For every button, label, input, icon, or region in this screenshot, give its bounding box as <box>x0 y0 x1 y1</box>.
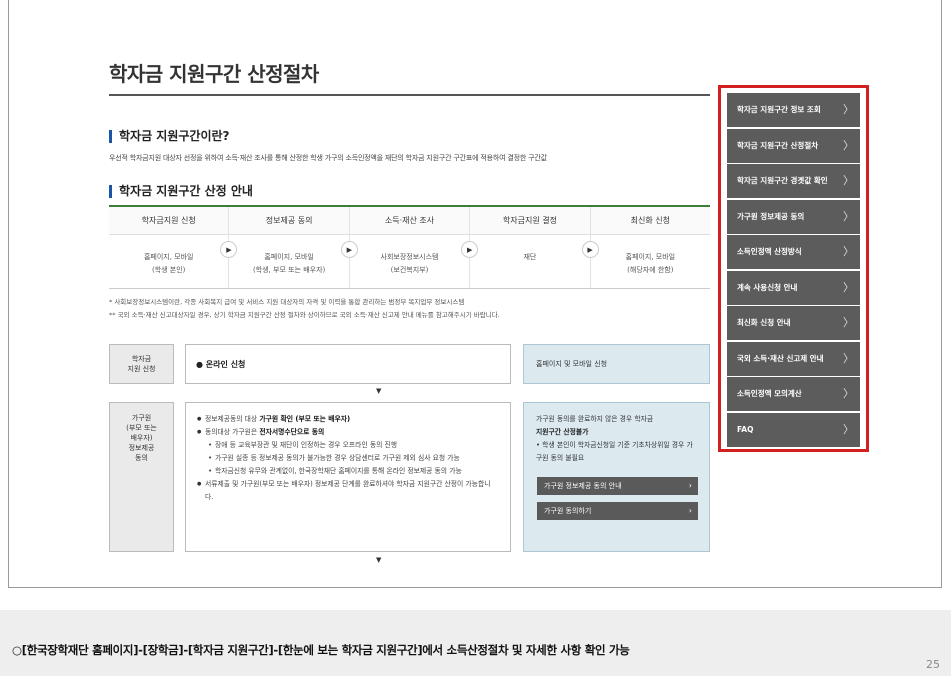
chevron-right-icon: 〉 <box>843 387 854 400</box>
process-steps: 학자금지원 신청 홈페이지, 모바일 (학생 본인) ▶ 정보제공 동의 홈페이… <box>109 205 711 289</box>
section-description: 우선적 학자금지원 대상자 선정을 위하여 소득·재산 조사를 통해 산정한 학… <box>109 154 547 162</box>
chevron-right-icon: 〉 <box>843 351 854 365</box>
play-arrow-icon: ▶ <box>581 241 599 258</box>
step-apply: 학자금지원 신청 홈페이지, 모바일 (학생 본인) ▶ <box>109 207 238 288</box>
detail-item: 서류제출 및 가구원(부모 또는 배우자) 정보제공 단계를 완료하셔야 학자금… <box>197 478 498 504</box>
consent-button[interactable]: 가구원 동의하기 › <box>537 502 698 520</box>
footnote-2: ** 국외 소득·재산 신고대상자일 경우, 상기 학자금 지원구간 산정 절차… <box>109 311 500 319</box>
page-number: 25 <box>926 658 940 671</box>
chevron-right-icon: 〉 <box>843 422 854 436</box>
flow-household-side: 가구원 동의를 완료하지 않은 경우 학자금 지원구간 산정불가 • 학생 본인… <box>523 402 710 552</box>
menu-item-simulation[interactable]: 소득인정액 모의계산 〉 <box>727 377 860 411</box>
menu-item-info-lookup[interactable]: 학자금 지원구간 정보 조회 〉 <box>727 93 860 127</box>
step-survey: 소득·재산 조사 사회보장정보시스템 (보건복지부) ▶ <box>349 207 479 288</box>
step-title: 학자금지원 신청 <box>109 207 229 235</box>
flow-label-household: 가구원 (부모 또는 배우자) 정보제공 동의 <box>109 402 174 552</box>
detail-subitem: 장애 등 교육부장관 및 재단이 인정하는 경우 오프라인 동의 진행 <box>198 439 498 452</box>
detail-item: 동의대상 가구원은 전자서명수단으로 동의 <box>197 426 498 439</box>
down-arrow-icon: ▼ <box>376 556 382 564</box>
side-menu: 학자금 지원구간 정보 조회 〉 학자금 지원구간 산정절차 〉 학자금 지원구간 … <box>718 85 869 452</box>
step-title: 학자금지원 결정 <box>470 207 590 235</box>
menu-item-overseas[interactable]: 국외 소득·재산 신고제 안내 〉 <box>727 341 860 376</box>
side-line: • 학생 본인이 학자금신청일 기준 기초차상위일 경우 가구원 동의 불필요 <box>536 441 693 462</box>
page-title: 학자금 지원구간 산정절차 <box>109 62 319 86</box>
menu-item-household-consent[interactable]: 가구원 정보제공 동의 〉 <box>727 199 860 234</box>
chevron-right-icon: 〉 <box>843 209 854 223</box>
chevron-right-icon: 〉 <box>843 174 854 187</box>
chevron-right-icon: › <box>688 506 692 515</box>
side-line-bold: 지원구간 산정불가 <box>536 428 589 436</box>
step-title: 정보제공 동의 <box>229 207 349 235</box>
menu-item-threshold[interactable]: 학자금 지원구간 경곗값 확인 〉 <box>727 164 860 198</box>
play-arrow-icon: ▶ <box>340 241 358 258</box>
detail-subitem: 가구원 실종 등 정보제공 동의가 불가능한 경우 상담센터로 가구원 제외 심… <box>198 452 498 465</box>
step-body: 홈페이지, 모바일 (학생 본인) <box>143 253 194 274</box>
chevron-right-icon: › <box>688 481 692 490</box>
step-body: 홈페이지, 모바일 (학생, 부모 또는 배우자) <box>252 253 326 274</box>
step-title: 최신화 신청 <box>590 207 711 235</box>
chevron-right-icon: 〉 <box>843 316 854 329</box>
section-heading-what-is: 학자금 지원구간이란? <box>109 130 230 143</box>
step-body: 사회보장정보시스템 (보건복지부) <box>380 253 439 274</box>
section-heading-guide: 학자금 지원구간 산정 안내 <box>109 185 253 198</box>
title-divider <box>109 94 710 96</box>
flow-household-detail: 정보제공동의 대상 가구원 확인 (부모 또는 배우자) 동의대상 가구원은 전… <box>185 402 511 552</box>
detail-item: 정보제공동의 대상 가구원 확인 (부모 또는 배우자) <box>197 413 498 426</box>
step-body: 홈페이지, 모바일 (해당자에 한함) <box>625 253 676 274</box>
chevron-right-icon: 〉 <box>843 280 854 294</box>
step-title: 소득·재산 조사 <box>349 207 470 235</box>
step-body: 재단 <box>523 253 537 261</box>
chevron-right-icon: 〉 <box>843 245 854 258</box>
down-arrow-icon: ▼ <box>376 387 382 395</box>
flow-label-apply: 학자금 지원 신청 <box>109 344 174 384</box>
detail-subitem: 학자금신청 유무와 관계없이, 한국장학재단 홈페이지를 통해 온라인 정보제공… <box>198 465 498 478</box>
menu-item-update[interactable]: 최신화 신청 안내 〉 <box>727 306 860 340</box>
flow-apply-content: ● 온라인 신청 <box>185 344 511 384</box>
menu-item-procedure[interactable]: 학자금 지원구간 산정절차 〉 <box>727 128 860 163</box>
footnote-1: * 사회보장정보시스템이란, 각종 사회복지 급여 및 서비스 지원 대상자의 … <box>109 298 465 306</box>
flow-apply-channel: 홈페이지 및 모바일 신청 <box>523 344 710 384</box>
side-line: 가구원 동의를 완료하지 않은 경우 학자금 <box>536 415 654 423</box>
consent-guide-button[interactable]: 가구원 정보제공 동의 안내 › <box>537 477 698 495</box>
slide-caption: ○[한국장학재단 홈페이지]-[장학금]-[학자금 지원구간]-[한눈에 보는 … <box>12 643 630 657</box>
chevron-right-icon: 〉 <box>843 138 854 152</box>
step-update: 최신화 신청 홈페이지, 모바일 (해당자에 한함) <box>590 207 711 288</box>
chevron-right-icon: 〉 <box>843 103 854 116</box>
menu-item-faq[interactable]: FAQ 〉 <box>727 412 860 447</box>
menu-item-income-method[interactable]: 소득인정액 산정방식 〉 <box>727 235 860 269</box>
step-consent: 정보제공 동의 홈페이지, 모바일 (학생, 부모 또는 배우자) ▶ <box>229 207 358 288</box>
step-decision: 학자금지원 결정 재단 ▶ <box>470 207 599 288</box>
menu-item-continued-use[interactable]: 계속 사용신청 안내 〉 <box>727 270 860 305</box>
